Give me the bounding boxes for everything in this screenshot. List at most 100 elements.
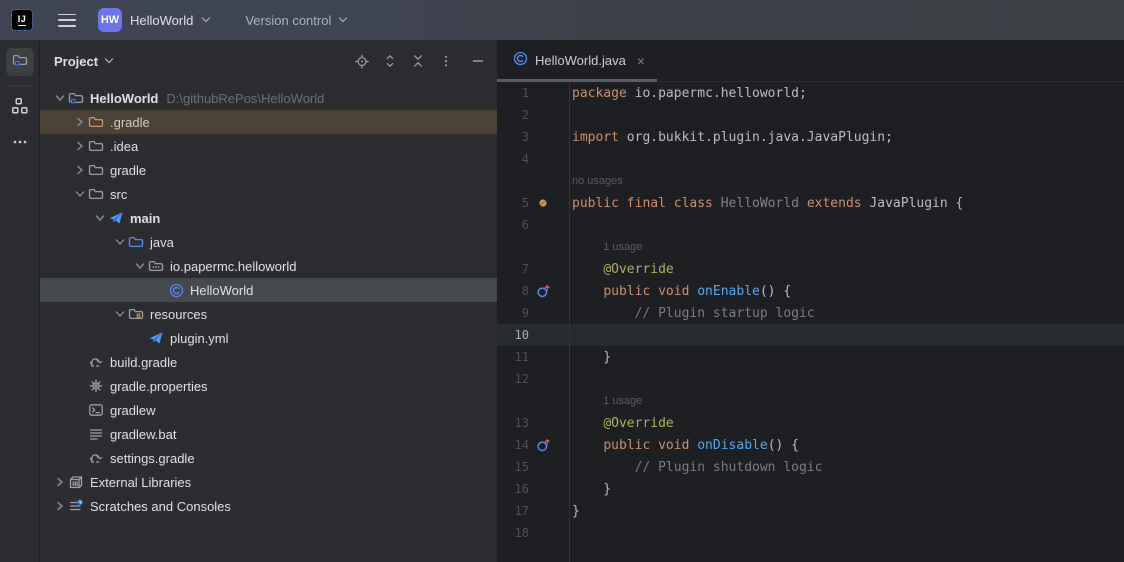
code-line-14[interactable]: 14 public void onDisable() { — [497, 434, 1124, 456]
tree-item-resources[interactable]: resources — [40, 302, 497, 326]
chevron-right-icon[interactable] — [72, 163, 88, 177]
line-number[interactable]: 9 — [497, 306, 529, 320]
code-text: @Override — [569, 262, 674, 277]
project-panel-title[interactable]: Project — [54, 54, 98, 69]
gutter: 13 — [497, 416, 569, 430]
tree-item-helloworld[interactable]: HelloWorld — [40, 278, 497, 302]
code-line-13[interactable]: 13 @Override — [497, 412, 1124, 434]
hide-panel-button[interactable] — [471, 54, 485, 68]
gutter: 8 — [497, 283, 569, 299]
chevron-down-icon[interactable] — [52, 91, 68, 105]
tree-item-gradle[interactable]: .gradle — [40, 110, 497, 134]
tree-item-gradlew-bat[interactable]: gradlew.bat — [40, 422, 497, 446]
line-number[interactable]: 5 — [497, 196, 529, 210]
locate-file-button[interactable] — [355, 54, 369, 68]
code-line-9[interactable]: 9 // Plugin startup logic — [497, 302, 1124, 324]
code-text: public final class HelloWorld extends Ja… — [569, 196, 963, 211]
inlay-hint-row[interactable]: no usages — [497, 170, 1124, 192]
code-line-11[interactable]: 11 } — [497, 346, 1124, 368]
project-badge: HW — [98, 8, 122, 32]
code-line-16[interactable]: 16 } — [497, 478, 1124, 500]
main-menu-button[interactable] — [58, 14, 76, 27]
project-widget[interactable]: HW HelloWorld — [98, 8, 211, 32]
code-area[interactable]: 1package io.papermc.helloworld; 2 3import … — [497, 82, 1124, 562]
line-number[interactable]: 14 — [497, 438, 529, 452]
expand-all-button[interactable] — [383, 54, 397, 68]
plugin-marker-icon[interactable] — [535, 195, 551, 211]
code-line-1[interactable]: 1package io.papermc.helloworld; — [497, 82, 1124, 104]
chevron-down-icon[interactable] — [72, 187, 88, 201]
tree-item-idea[interactable]: .idea — [40, 134, 497, 158]
code-line-17[interactable]: 17} — [497, 500, 1124, 522]
line-number[interactable]: 6 — [497, 218, 529, 232]
tree-item-java[interactable]: java — [40, 230, 497, 254]
line-number[interactable]: 2 — [497, 108, 529, 122]
code-line-4[interactable]: 4 — [497, 148, 1124, 170]
tree-item-gradle-properties[interactable]: gradle.properties — [40, 374, 497, 398]
tree-item-src[interactable]: src — [40, 182, 497, 206]
chevron-right-icon[interactable] — [52, 499, 68, 513]
collapse-all-button[interactable] — [411, 54, 425, 68]
code-line-10[interactable]: 10 — [497, 324, 1124, 346]
code-line-7[interactable]: 7 @Override — [497, 258, 1124, 280]
override-marker-icon[interactable] — [535, 283, 551, 299]
line-number[interactable]: 7 — [497, 262, 529, 276]
chevron-down-icon[interactable] — [112, 307, 128, 321]
chevron-right-icon[interactable] — [72, 115, 88, 129]
code-line-3[interactable]: 3import org.bukkit.plugin.java.JavaPlugi… — [497, 126, 1124, 148]
chevron-down-icon[interactable] — [112, 235, 128, 249]
code-line-8[interactable]: 8 public void onEnable() { — [497, 280, 1124, 302]
tree-item-gradlew[interactable]: gradlew — [40, 398, 497, 422]
line-number[interactable]: 12 — [497, 372, 529, 386]
tree-item-io-papermc-helloworld[interactable]: io.papermc.helloworld — [40, 254, 497, 278]
override-marker-icon[interactable] — [535, 437, 551, 453]
gutter: 4 — [497, 152, 569, 166]
tab-helloworld-java[interactable]: HelloWorld.java × — [497, 40, 655, 81]
panel-options-button[interactable] — [439, 54, 453, 68]
line-number[interactable]: 10 — [497, 328, 529, 342]
close-tab-button[interactable]: × — [637, 54, 645, 68]
chevron-down-icon[interactable] — [132, 259, 148, 273]
code-line-5[interactable]: 5 public final class HelloWorld extends J… — [497, 192, 1124, 214]
code-line-15[interactable]: 15 // Plugin shutdown logic — [497, 456, 1124, 478]
tree-item-external-libraries[interactable]: External Libraries — [40, 470, 497, 494]
tree-item-plugin-yml[interactable]: plugin.yml — [40, 326, 497, 350]
tree-item-settings-gradle[interactable]: settings.gradle — [40, 446, 497, 470]
line-number[interactable]: 11 — [497, 350, 529, 364]
more-tool-windows-button[interactable] — [6, 130, 34, 158]
chevron-down-icon[interactable] — [92, 211, 108, 225]
usage-hint[interactable]: 1 usage — [569, 241, 642, 253]
inlay-hint-row[interactable]: 1 usage — [497, 236, 1124, 258]
line-number[interactable]: 4 — [497, 152, 529, 166]
inlay-hint-row[interactable]: 1 usage — [497, 390, 1124, 412]
chevron-right-icon[interactable] — [72, 139, 88, 153]
tree-item-helloworld[interactable]: HelloWorldD:\githubRePos\HelloWorld — [40, 86, 497, 110]
chevron-right-icon[interactable] — [52, 475, 68, 489]
line-number[interactable]: 1 — [497, 86, 529, 100]
tree-item-build-gradle[interactable]: build.gradle — [40, 350, 497, 374]
code-line-2[interactable]: 2 — [497, 104, 1124, 126]
version-control-widget[interactable]: Version control — [245, 13, 348, 28]
terminal-icon — [88, 402, 104, 418]
line-number[interactable]: 13 — [497, 416, 529, 430]
chevron-down-icon[interactable] — [104, 57, 114, 65]
structure-tool-button[interactable] — [6, 94, 34, 122]
tree-item-main[interactable]: main — [40, 206, 497, 230]
usage-hint[interactable]: no usages — [569, 175, 623, 187]
line-number[interactable]: 18 — [497, 526, 529, 540]
line-number[interactable]: 15 — [497, 460, 529, 474]
tree-item-scratches-and-consoles[interactable]: Scratches and Consoles — [40, 494, 497, 518]
code-line-12[interactable]: 12 — [497, 368, 1124, 390]
line-number[interactable]: 8 — [497, 284, 529, 298]
gutter: 2 — [497, 108, 569, 122]
code-line-18[interactable]: 18 — [497, 522, 1124, 544]
line-number[interactable]: 16 — [497, 482, 529, 496]
usage-hint[interactable]: 1 usage — [569, 395, 642, 407]
line-number[interactable]: 17 — [497, 504, 529, 518]
tree-item-label: .gradle — [110, 115, 150, 130]
line-number[interactable]: 3 — [497, 130, 529, 144]
tree-item-gradle[interactable]: gradle — [40, 158, 497, 182]
tree-item-label: HelloWorld — [90, 91, 158, 106]
project-tool-button[interactable] — [6, 48, 34, 76]
code-line-6[interactable]: 6 — [497, 214, 1124, 236]
